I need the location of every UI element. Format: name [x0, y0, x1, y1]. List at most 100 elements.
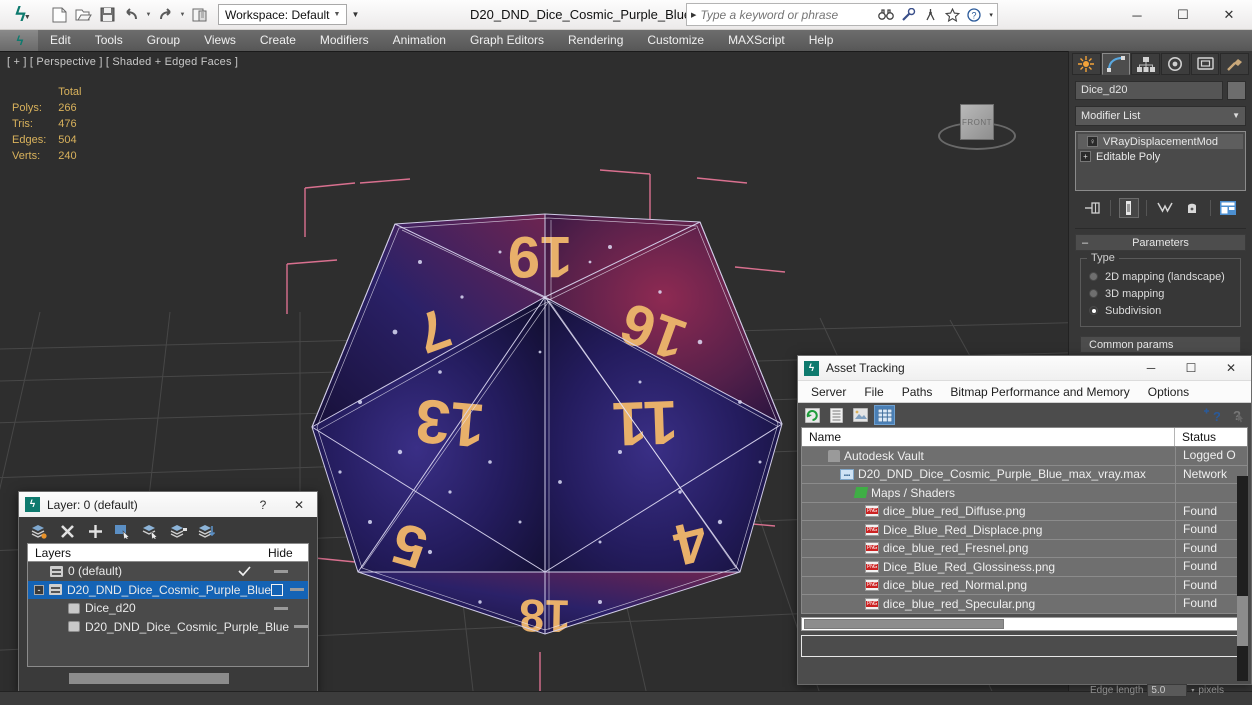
menu-item-group[interactable]: Group — [135, 30, 192, 51]
table-row[interactable]: ▪▪▪ D20_DND_Dice_Cosmic_Purple_Blue_max_… — [802, 465, 1247, 484]
column-header-hide[interactable]: Hide — [263, 544, 308, 561]
stack-item-vray-displacement[interactable]: ♀ VRayDisplacementMod — [1078, 134, 1243, 149]
layer-horizontal-scrollbar[interactable] — [27, 673, 309, 684]
column-header-layers[interactable]: Layers — [28, 544, 263, 561]
radio-subdivision[interactable]: Subdivision — [1089, 302, 1232, 319]
workspace-menu-arrow-icon[interactable]: ▼ — [351, 10, 359, 19]
list-item[interactable]: 0 (default) — [28, 562, 308, 581]
close-button[interactable]: ✕ — [1206, 0, 1252, 30]
table-row[interactable]: Autodesk Vault Logged O — [802, 447, 1247, 466]
workspace-selector[interactable]: Workspace: Default ▼ — [218, 4, 348, 25]
table-row[interactable]: PNG dice_blue_red_Normal.png Found — [802, 576, 1247, 595]
table-row[interactable]: PNG dice_blue_red_Fresnel.png Found — [802, 539, 1247, 558]
save-file-button[interactable] — [96, 3, 119, 26]
menu-item-views[interactable]: Views — [192, 30, 248, 51]
search-expand-icon[interactable]: ▶ — [687, 11, 700, 19]
current-layer-check[interactable] — [238, 566, 274, 577]
redo-button[interactable] — [154, 3, 177, 26]
asset-tracking-list[interactable]: Autodesk Vault Logged O ▪▪▪ D20_DND_Dice… — [801, 447, 1248, 614]
menu-item-bitmap-performance[interactable]: Bitmap Performance and Memory — [941, 381, 1138, 403]
menu-item-help[interactable]: Help — [797, 30, 846, 51]
parameters-rollup-header[interactable]: – Parameters — [1075, 234, 1246, 251]
show-end-result-button[interactable] — [1118, 198, 1139, 218]
undo-button[interactable] — [120, 3, 143, 26]
help-dropdown-icon[interactable]: ▾ — [985, 11, 997, 19]
menu-item-edit[interactable]: Edit — [38, 30, 83, 51]
wrench-icon[interactable] — [897, 4, 919, 25]
pin-stack-button[interactable] — [1083, 198, 1103, 218]
menu-item-customize[interactable]: Customize — [635, 30, 716, 51]
modifier-list-dropdown[interactable]: Modifier List ▼ — [1075, 106, 1246, 126]
help-button[interactable]: ? — [245, 492, 281, 517]
menu-item-file[interactable]: File — [855, 381, 892, 403]
menu-item-rendering[interactable]: Rendering — [556, 30, 635, 51]
collapse-icon[interactable]: – — [1082, 237, 1088, 249]
motion-tab[interactable] — [1161, 53, 1190, 75]
redo-dropdown-icon[interactable]: ▼ — [178, 12, 187, 18]
delete-layer-button[interactable] — [57, 521, 77, 541]
make-unique-button[interactable] — [1155, 198, 1175, 218]
minimize-button[interactable]: ─ — [1131, 356, 1171, 381]
column-header-name[interactable]: Name — [802, 428, 1175, 446]
scrollbar-thumb[interactable] — [804, 619, 1004, 629]
table-row[interactable]: PNG Dice_Blue_Red_Glossiness.png Found — [802, 558, 1247, 577]
object-name-field[interactable]: Dice_d20 — [1075, 81, 1223, 100]
view-cube[interactable]: FRONT — [934, 92, 1020, 162]
open-file-button[interactable] — [72, 3, 95, 26]
modifier-stack[interactable]: ♀ VRayDisplacementMod + Editable Poly — [1075, 131, 1246, 191]
highlight-selected-button[interactable] — [169, 521, 189, 541]
binoculars-icon[interactable] — [875, 4, 897, 25]
view-cube-face[interactable]: FRONT — [960, 104, 994, 140]
common-params-rollup-header[interactable]: Common params — [1080, 336, 1241, 353]
add-selection-button[interactable] — [85, 521, 105, 541]
table-row[interactable]: Maps / Shaders — [802, 484, 1247, 503]
new-file-button[interactable] — [48, 3, 71, 26]
select-highlighted-button[interactable] — [141, 521, 161, 541]
maximize-button[interactable]: ☐ — [1171, 356, 1211, 381]
close-button[interactable]: ✕ — [1211, 356, 1251, 381]
hide-toggle[interactable] — [290, 588, 308, 592]
asset-tracking-vertical-scrollbar[interactable] — [1237, 476, 1248, 681]
spinner-icon[interactable]: ▾ — [1191, 687, 1194, 694]
asset-tracking-dialog[interactable]: ϟ Asset Tracking ─ ☐ ✕ Server File Paths… — [797, 355, 1252, 685]
hide-toggle[interactable] — [274, 569, 308, 573]
layer-list[interactable]: 0 (default) - D20_DND_Dice_Cosmic_Purple… — [27, 562, 309, 667]
new-layer-button[interactable] — [29, 521, 49, 541]
compass-icon[interactable] — [919, 4, 941, 25]
minimize-button[interactable]: ─ — [1114, 0, 1160, 30]
current-layer-check[interactable] — [271, 583, 290, 596]
stack-item-editable-poly[interactable]: + Editable Poly — [1078, 149, 1243, 164]
radio-icon[interactable] — [1089, 289, 1098, 298]
max-logo-icon[interactable]: ϟ ▼ — [2, 1, 44, 29]
menu-item-tools[interactable]: Tools — [83, 30, 135, 51]
radio-2d-mapping[interactable]: 2D mapping (landscape) — [1089, 268, 1232, 285]
search-input[interactable] — [700, 5, 876, 24]
scrollbar-thumb[interactable] — [69, 673, 229, 684]
object-color-swatch[interactable] — [1227, 81, 1246, 100]
menu-item-maxscript[interactable]: MAXScript — [716, 30, 797, 51]
help-cursor-icon[interactable]: ? — [1226, 405, 1247, 425]
set-current-layer-button[interactable] — [197, 521, 217, 541]
hide-toggle[interactable] — [274, 606, 308, 610]
scrollbar-thumb[interactable] — [1237, 596, 1248, 646]
list-item[interactable]: D20_DND_Dice_Cosmic_Purple_Blue — [28, 618, 308, 637]
undo-dropdown-icon[interactable]: ▼ — [144, 12, 153, 18]
utilities-tab[interactable] — [1220, 53, 1250, 75]
menu-item-server[interactable]: Server — [802, 381, 855, 403]
display-tab[interactable] — [1190, 53, 1220, 75]
menu-item-options[interactable]: Options — [1139, 381, 1198, 403]
create-tab[interactable] — [1072, 53, 1101, 75]
menu-item-create[interactable]: Create — [248, 30, 308, 51]
close-button[interactable]: ✕ — [281, 492, 317, 517]
asset-tracking-horizontal-scrollbar[interactable] — [801, 617, 1248, 631]
edge-length-field[interactable]: 5.0 — [1147, 684, 1188, 697]
star-icon[interactable] — [941, 4, 963, 25]
table-row[interactable]: PNG Dice_Blue_Red_Displace.png Found — [802, 521, 1247, 540]
menu-item-graph-editors[interactable]: Graph Editors — [458, 30, 556, 51]
list-item[interactable]: - D20_DND_Dice_Cosmic_Purple_Blue — [28, 580, 308, 599]
configure-sets-button[interactable] — [1218, 198, 1238, 218]
asset-tracking-status-field[interactable] — [801, 635, 1248, 657]
layer-dialog[interactable]: ϟ Layer: 0 (default) ? ✕ Layers Hide 0 (… — [18, 491, 318, 694]
radio-3d-mapping[interactable]: 3D mapping — [1089, 285, 1232, 302]
menu-item-animation[interactable]: Animation — [381, 30, 458, 51]
